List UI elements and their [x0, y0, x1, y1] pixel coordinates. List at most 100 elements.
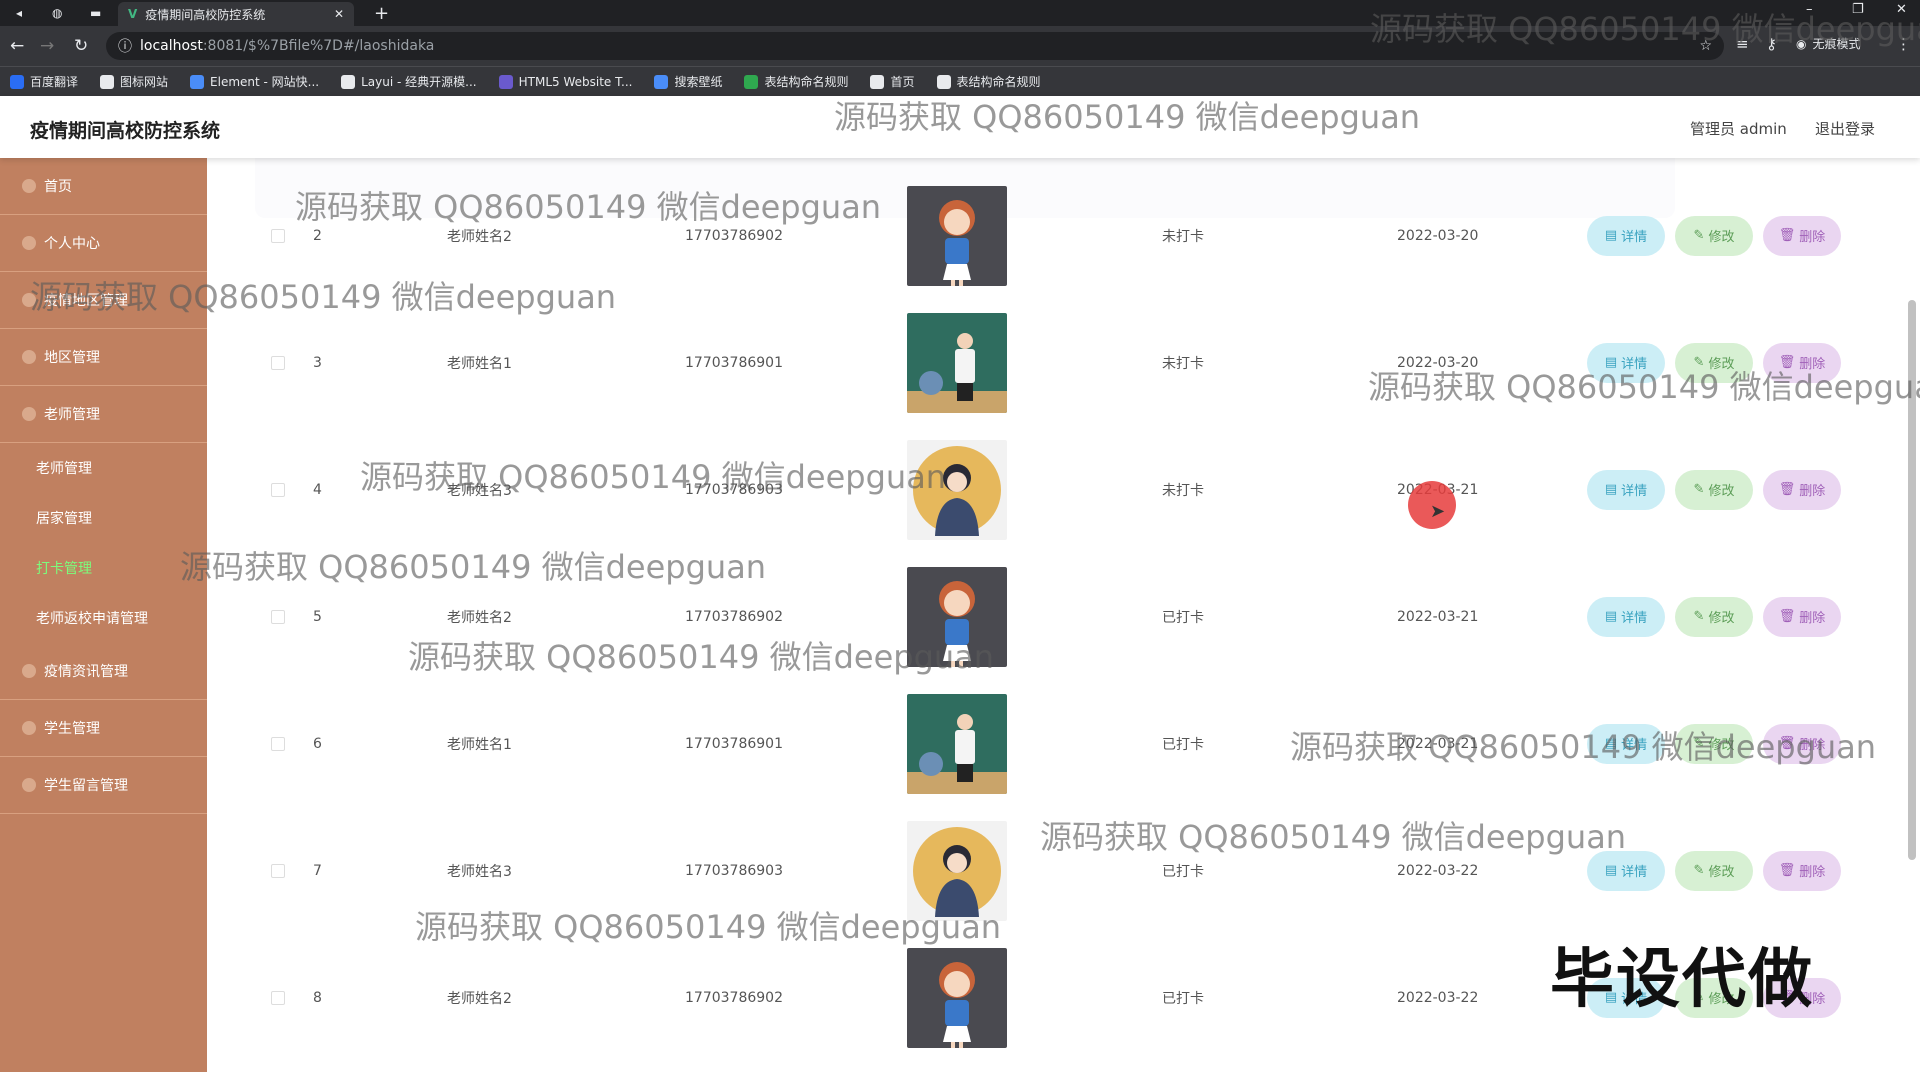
teacher-name: 老师姓名3 [447, 863, 512, 880]
audio-icon[interactable]: ◂ [16, 0, 22, 26]
minimize-icon[interactable]: – [1806, 2, 1813, 17]
delete-button[interactable]: 🗑 删除 [1763, 469, 1841, 510]
edit-button[interactable]: ✎ 修改 [1675, 342, 1753, 383]
sidebar-subitem[interactable]: 老师管理 [0, 443, 207, 493]
button-label: 删除 [1799, 484, 1826, 499]
bookmark-item[interactable]: 表结构命名规则 [744, 73, 848, 90]
bookmark-item[interactable]: Element - 网站快... [190, 73, 319, 90]
button-label: 删除 [1799, 230, 1826, 245]
button-label: 删除 [1799, 357, 1826, 372]
row-checkbox[interactable] [271, 990, 285, 1005]
back-icon[interactable]: ← [10, 36, 24, 56]
forward-icon[interactable]: → [40, 36, 54, 56]
edit-button[interactable]: ✎ 修改 [1675, 596, 1753, 637]
bookmark-item[interactable]: 首页 [870, 73, 915, 90]
sidebar-item[interactable]: 个人中心 [0, 215, 207, 272]
reload-icon[interactable]: ↻ [74, 36, 88, 56]
detail-button[interactable]: ▤ 详情 [1587, 469, 1665, 510]
delete-button[interactable]: 🗑 删除 [1763, 215, 1841, 256]
button-label: 修改 [1708, 230, 1735, 245]
teacher-name: 老师姓名2 [447, 609, 512, 626]
sidebar-item[interactable]: 学生留言管理 [0, 757, 207, 814]
tab-active[interactable]: V 疫情期间高校防控系统 ✕ [118, 2, 354, 26]
row-checkbox[interactable] [271, 355, 285, 370]
cursor-arrow-icon: ➤ [1430, 501, 1446, 522]
button-label: 修改 [1708, 738, 1735, 753]
delete-button[interactable]: 🗑 删除 [1763, 342, 1841, 383]
checkin-date: 2022-03-22 [1397, 989, 1479, 1006]
teacher-phone: 17703786902 [685, 608, 783, 625]
teacher-name: 老师姓名1 [447, 736, 512, 753]
row-checkbox[interactable] [271, 736, 285, 751]
close-window-icon[interactable]: ✕ [1896, 2, 1907, 17]
sidebar-item[interactable]: 地区管理 [0, 329, 207, 386]
checkin-status: 已打卡 [1162, 863, 1204, 880]
teacher-name: 老师姓名2 [447, 990, 512, 1007]
row-checkbox[interactable] [271, 609, 285, 624]
detail-button[interactable]: ▤ 详情 [1587, 596, 1665, 637]
row-checkbox[interactable] [271, 863, 285, 878]
teacher-photo [907, 948, 1007, 1048]
bookmark-item[interactable]: 表结构命名规则 [936, 73, 1041, 90]
menu-kebab-icon[interactable]: ⋮ [1896, 35, 1911, 53]
bookmark-icon [654, 74, 669, 89]
teacher-phone: 17703786901 [685, 354, 783, 371]
detail-button[interactable]: ▤ 详情 [1587, 850, 1665, 891]
button-label: 详情 [1621, 865, 1648, 880]
reading-list-icon[interactable]: ≡ [1736, 35, 1749, 53]
table-row: 2 老师姓名2 17703786902 未打卡 2022-03-20 ▤ 详情 ✎ 修改 🗑 删除 [207, 172, 1920, 299]
button-label: 删除 [1799, 611, 1826, 626]
cursor-indicator: ➤ [1408, 481, 1456, 529]
logout-link[interactable]: 退出登录 [1815, 118, 1875, 139]
sidebar-subitem[interactable]: 老师返校申请管理 [0, 593, 207, 643]
table-row: 5 老师姓名2 17703786902 已打卡 2022-03-21 ▤ 详情 ✎ 修改 🗑 删除 [207, 553, 1920, 680]
app-title: 疫情期间高校防控系统 [30, 120, 221, 142]
edit-button[interactable]: ✎ 修改 [1675, 215, 1753, 256]
sidebar-item[interactable]: 首页 [0, 158, 207, 215]
button-label: 详情 [1621, 357, 1648, 372]
info-icon[interactable]: ⓘ [118, 36, 132, 56]
button-label: 详情 [1621, 738, 1648, 753]
edit-button[interactable]: ✎ 修改 [1675, 469, 1753, 510]
edit-button[interactable]: ✎ 修改 [1675, 723, 1753, 764]
delete-button[interactable]: 🗑 删除 [1763, 596, 1841, 637]
teacher-phone: 17703786903 [685, 862, 783, 879]
url-input[interactable]: ⓘ localhost :8081/$%7Bfile%7D#/laoshidak… [106, 32, 1724, 60]
detail-button[interactable]: ▤ 详情 [1587, 342, 1665, 383]
bookmark-item[interactable]: Layui - 经典开源模... [341, 73, 477, 90]
globe-icon[interactable]: ◍ [52, 0, 62, 26]
sidebar-subitem[interactable]: 居家管理 [0, 493, 207, 543]
detail-button[interactable]: ▤ 详情 [1587, 723, 1665, 764]
close-tab-icon[interactable]: ✕ [334, 7, 344, 21]
button-label: 修改 [1708, 357, 1735, 372]
sidebar-item[interactable]: 疫情地区管理 [0, 272, 207, 329]
checkin-date: 2022-03-21 [1397, 735, 1479, 752]
row-checkbox[interactable] [271, 228, 285, 243]
delete-button[interactable]: 🗑 删除 [1763, 850, 1841, 891]
star-icon[interactable]: ☆ [1699, 38, 1712, 54]
pencil-icon: ✎ [1693, 863, 1705, 878]
window-icon[interactable]: ▬ [90, 0, 101, 26]
teacher-photo [907, 694, 1007, 794]
sidebar-item[interactable]: 学生管理 [0, 700, 207, 757]
new-tab-button[interactable]: + [374, 0, 389, 26]
bookmark-item[interactable]: 百度翻译 [10, 73, 78, 90]
key-icon[interactable]: ⚷ [1766, 35, 1777, 53]
sidebar-subitem[interactable]: 打卡管理 [0, 543, 207, 593]
restore-icon[interactable]: ❐ [1852, 2, 1864, 17]
edit-button[interactable]: ✎ 修改 [1675, 850, 1753, 891]
incognito-badge[interactable]: ◉ 无痕模式 [1796, 35, 1861, 52]
row-checkbox[interactable] [271, 482, 285, 497]
bookmark-item[interactable]: 图标网站 [100, 73, 168, 90]
sidebar-item-label: 疫情资讯管理 [44, 664, 128, 680]
scrollbar[interactable] [1908, 300, 1916, 860]
sidebar-item-label: 首页 [44, 179, 72, 195]
app-header: 疫情期间高校防控系统 管理员 admin 退出登录 [0, 96, 1920, 158]
detail-button[interactable]: ▤ 详情 [1587, 215, 1665, 256]
bookmark-item[interactable]: HTML5 Website T... [498, 74, 632, 89]
bookmark-item[interactable]: 搜索壁纸 [654, 73, 722, 90]
sidebar-item[interactable]: 疫情资讯管理 [0, 643, 207, 700]
sidebar-item[interactable]: 老师管理 [0, 386, 207, 443]
delete-button[interactable]: 🗑 删除 [1763, 723, 1841, 764]
pencil-icon: ✎ [1693, 609, 1705, 624]
